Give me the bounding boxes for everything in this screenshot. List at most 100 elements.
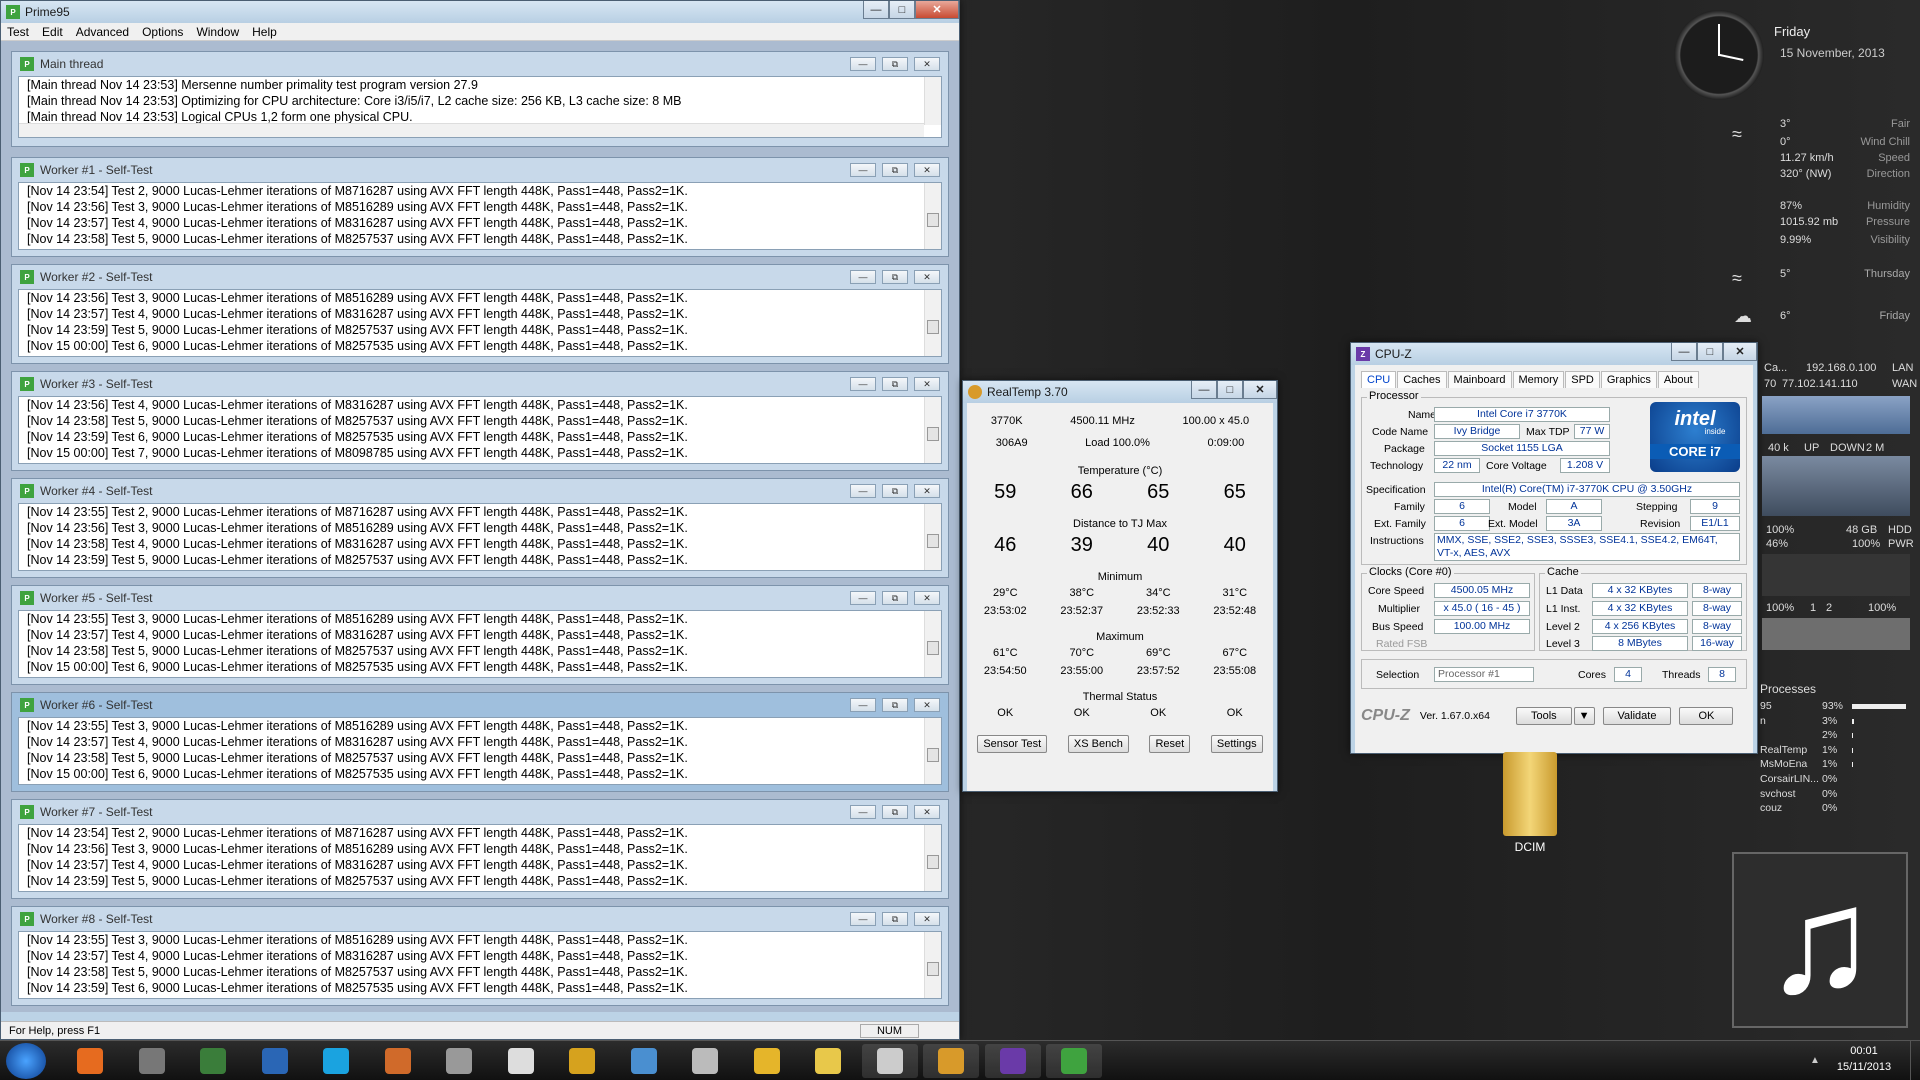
child-restore-button[interactable]: ⧉ (882, 805, 908, 819)
tab-spd[interactable]: SPD (1565, 371, 1600, 388)
main-thread-window[interactable]: P Main thread — ⧉ ✕ [Main thread Nov 14 … (11, 51, 949, 147)
scrollbar-thumb[interactable] (927, 320, 939, 334)
tab-cpu[interactable]: CPU (1361, 371, 1397, 388)
realtemp-taskbar-icon[interactable] (923, 1044, 979, 1078)
minimize-button[interactable]: — (1671, 343, 1697, 361)
vertical-scrollbar[interactable] (924, 77, 941, 125)
menu-edit[interactable]: Edit (42, 25, 63, 39)
tab-mainboard[interactable]: Mainboard (1447, 371, 1512, 388)
vertical-scrollbar[interactable] (924, 825, 941, 891)
child-restore-button[interactable]: ⧉ (882, 377, 908, 391)
child-restore-button[interactable]: ⧉ (882, 591, 908, 605)
child-close-button[interactable]: ✕ (914, 805, 940, 819)
prime95-taskbar-icon[interactable] (1046, 1044, 1102, 1078)
horizontal-scrollbar[interactable] (19, 123, 924, 137)
tab-about[interactable]: About (1657, 371, 1699, 388)
child-minimize-button[interactable]: — (850, 57, 876, 71)
vertical-scrollbar[interactable] (924, 611, 941, 677)
cpuz-titlebar[interactable]: Z CPU-Z — □ ✕ (1351, 343, 1757, 365)
child-restore-button[interactable]: ⧉ (882, 57, 908, 71)
cpuz-window[interactable]: Z CPU-Z — □ ✕ CPU Caches Mainboard Memor… (1350, 342, 1758, 754)
ok-button[interactable]: OK (1679, 707, 1734, 725)
child-restore-button[interactable]: ⧉ (882, 163, 908, 177)
start-button[interactable] (6, 1043, 46, 1079)
child-restore-button[interactable]: ⧉ (882, 484, 908, 498)
worker-log[interactable]: [Nov 14 23:55] Test 3, 9000 Lucas-Lehmer… (18, 610, 942, 678)
audio-icon[interactable] (431, 1044, 487, 1078)
xs-bench-button[interactable]: XS Bench (1067, 735, 1129, 753)
worker-log[interactable]: [Nov 14 23:54] Test 2, 9000 Lucas-Lehmer… (18, 182, 942, 250)
scrollbar-thumb[interactable] (927, 641, 939, 655)
tools-icon[interactable] (616, 1044, 672, 1078)
validate-button[interactable]: Validate (1602, 707, 1672, 725)
scrollbar-thumb[interactable] (927, 855, 939, 869)
worker-window[interactable]: P Worker #1 - Self-Test — ⧉ ✕ [Nov 14 23:54] … (11, 157, 949, 257)
menu-advanced[interactable]: Advanced (76, 25, 129, 39)
maximize-button[interactable]: □ (889, 1, 915, 19)
tab-caches[interactable]: Caches (1397, 371, 1447, 388)
child-close-button[interactable]: ✕ (914, 57, 940, 71)
scrollbar-thumb[interactable] (927, 748, 939, 762)
scrollbar-thumb[interactable] (927, 427, 939, 441)
worker-window[interactable]: P Worker #6 - Self-Test — ⧉ ✕ [Nov 14 23:55] … (11, 692, 949, 792)
tools-button[interactable]: Tools (1515, 707, 1572, 725)
worker-titlebar[interactable]: P Worker #6 - Self-Test — ⧉ ✕ (12, 693, 948, 717)
tray-arrow-icon[interactable]: ▲ (1810, 1055, 1820, 1066)
cpuz-taskbar-icon[interactable] (984, 1044, 1041, 1078)
main-thread-log[interactable]: [Main thread Nov 14 23:53] Mersenne numb… (18, 76, 942, 138)
menu-test[interactable]: Test (7, 25, 29, 39)
child-close-button[interactable]: ✕ (914, 163, 940, 177)
music-note-icon[interactable]: ♫ (1732, 852, 1908, 1028)
dcim-folder-icon[interactable]: DCIM (1490, 752, 1570, 854)
menu-options[interactable]: Options (142, 25, 183, 39)
processor-select[interactable]: Processor #1 (1434, 667, 1534, 682)
mail-icon[interactable] (370, 1044, 426, 1078)
maximize-button[interactable]: □ (1217, 381, 1243, 399)
child-close-button[interactable]: ✕ (914, 484, 940, 498)
worker-window[interactable]: P Worker #8 - Self-Test — ⧉ ✕ [Nov 14 23:55] … (11, 906, 949, 1006)
reset-button[interactable]: Reset (1149, 735, 1191, 753)
vertical-scrollbar[interactable] (924, 718, 941, 784)
pen-icon[interactable] (677, 1044, 733, 1078)
worker-window[interactable]: P Worker #5 - Self-Test — ⧉ ✕ [Nov 14 23:55] … (11, 585, 949, 685)
worker-log[interactable]: [Nov 14 23:54] Test 2, 9000 Lucas-Lehmer… (18, 824, 942, 892)
child-close-button[interactable]: ✕ (914, 270, 940, 284)
worker-window[interactable]: P Worker #3 - Self-Test — ⧉ ✕ [Nov 14 23:56] … (11, 371, 949, 471)
vertical-scrollbar[interactable] (924, 290, 941, 356)
tab-graphics[interactable]: Graphics (1600, 371, 1657, 388)
child-minimize-button[interactable]: — (850, 484, 876, 498)
prime95-window[interactable]: P Prime95 — □ ✕ Test Edit Advanced Optio… (0, 0, 960, 1040)
firefox-icon[interactable] (62, 1044, 118, 1078)
bird-icon[interactable] (124, 1044, 180, 1078)
child-restore-button[interactable]: ⧉ (882, 912, 908, 926)
child-close-button[interactable]: ✕ (914, 698, 940, 712)
minimize-button[interactable]: — (1191, 381, 1217, 399)
close-button[interactable]: ✕ (1723, 343, 1757, 361)
skype-icon[interactable] (308, 1044, 364, 1078)
worker-window[interactable]: P Worker #7 - Self-Test — ⧉ ✕ [Nov 14 23:54] … (11, 799, 949, 899)
worker-titlebar[interactable]: P Worker #2 - Self-Test — ⧉ ✕ (12, 265, 948, 289)
child-minimize-button[interactable]: — (850, 591, 876, 605)
scrollbar-thumb[interactable] (927, 962, 939, 976)
worker-log[interactable]: [Nov 14 23:56] Test 3, 9000 Lucas-Lehmer… (18, 289, 942, 357)
worker-log[interactable]: [Nov 14 23:56] Test 4, 9000 Lucas-Lehmer… (18, 396, 942, 464)
drive-icon[interactable] (861, 1044, 918, 1078)
realtemp-titlebar[interactable]: RealTemp 3.70 — □ ✕ (963, 381, 1277, 403)
child-minimize-button[interactable]: — (850, 698, 876, 712)
word-icon[interactable] (554, 1044, 610, 1078)
child-close-button[interactable]: ✕ (914, 591, 940, 605)
vertical-scrollbar[interactable] (924, 397, 941, 463)
worker-window[interactable]: P Worker #2 - Self-Test — ⧉ ✕ [Nov 14 23:56] … (11, 264, 949, 364)
worker-log[interactable]: [Nov 14 23:55] Test 3, 9000 Lucas-Lehmer… (18, 931, 942, 999)
minimize-button[interactable]: — (863, 1, 889, 19)
worker-log[interactable]: [Nov 14 23:55] Test 3, 9000 Lucas-Lehmer… (18, 717, 942, 785)
child-minimize-button[interactable]: — (850, 377, 876, 391)
close-button[interactable]: ✕ (1243, 381, 1277, 399)
child-minimize-button[interactable]: — (850, 270, 876, 284)
scrollbar-thumb[interactable] (927, 534, 939, 548)
warning-icon[interactable] (739, 1044, 795, 1078)
worker-log[interactable]: [Nov 14 23:55] Test 2, 9000 Lucas-Lehmer… (18, 503, 942, 571)
worker-titlebar[interactable]: P Worker #3 - Self-Test — ⧉ ✕ (12, 372, 948, 396)
settings-button[interactable]: Settings (1210, 735, 1263, 753)
save-icon[interactable] (247, 1044, 303, 1078)
